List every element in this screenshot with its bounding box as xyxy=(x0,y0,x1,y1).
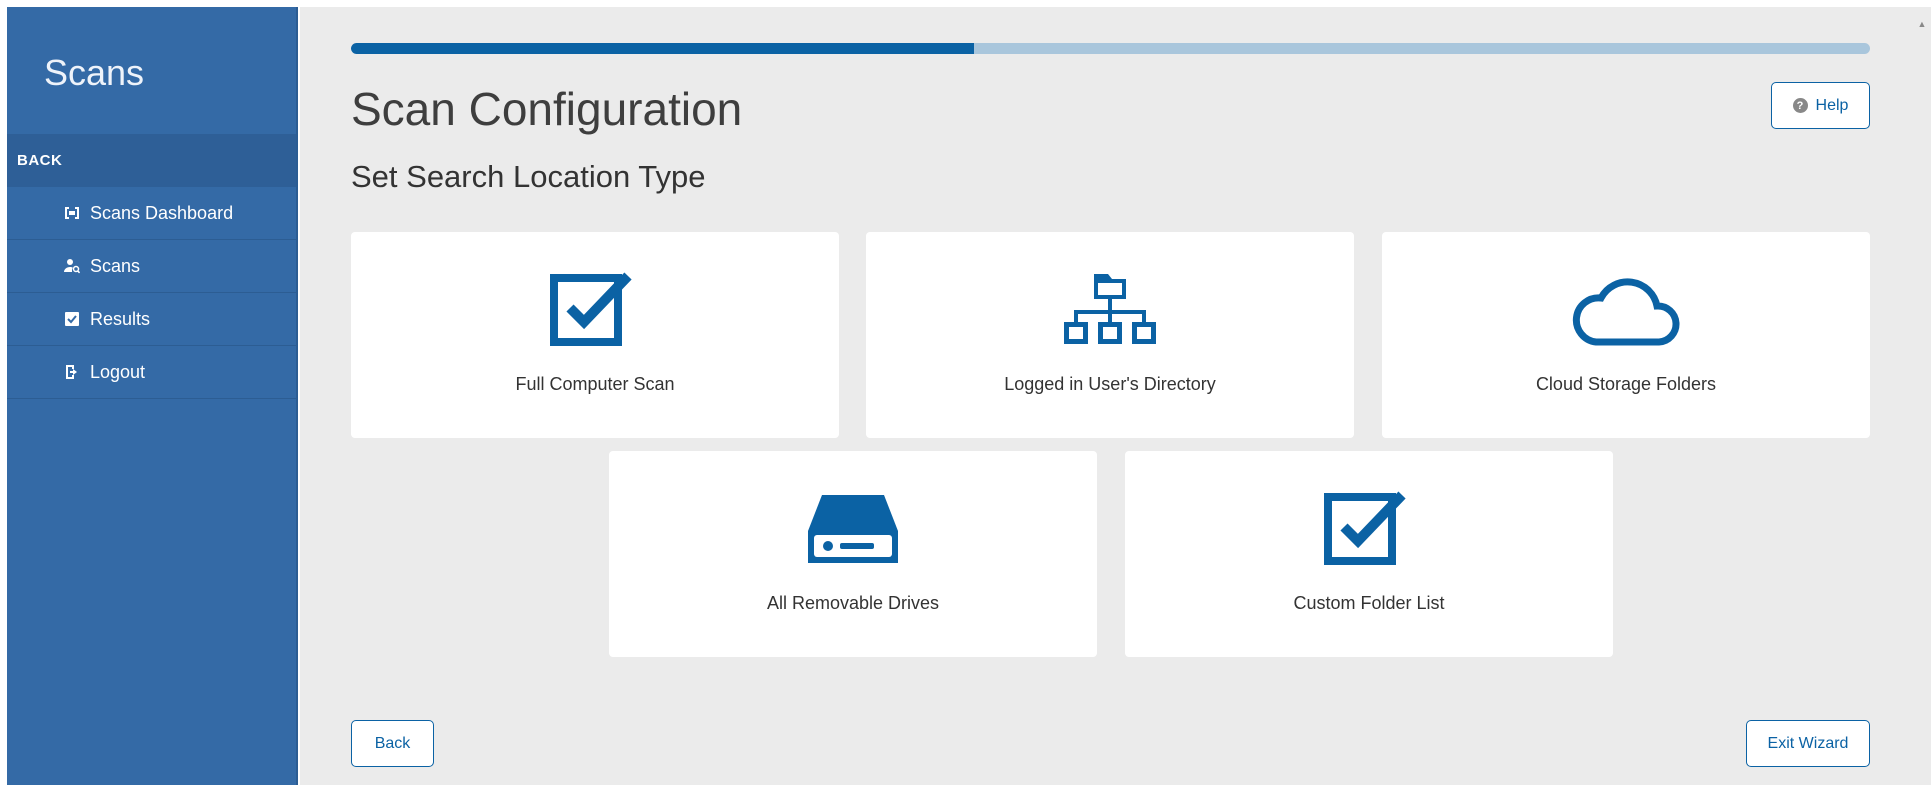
sidebar-item-scans[interactable]: Scans xyxy=(7,240,296,293)
user-search-icon xyxy=(62,256,82,276)
sidebar-title: Scans xyxy=(44,52,145,93)
option-custom-folder-list[interactable]: Custom Folder List xyxy=(1125,451,1613,657)
option-logged-in-users-directory[interactable]: Logged in User's Directory xyxy=(866,232,1354,438)
sidebar: Scans BACK Scans Dashboard Scans Results… xyxy=(7,7,298,785)
exit-wizard-button[interactable]: Exit Wizard xyxy=(1746,720,1870,767)
sidebar-item-label: Logout xyxy=(90,361,146,382)
card-label: Logged in User's Directory xyxy=(1004,374,1216,394)
dashboard-icon xyxy=(62,203,82,223)
progress-fill xyxy=(351,43,974,54)
back-button[interactable]: Back xyxy=(351,720,434,767)
folder-tree-icon xyxy=(1062,270,1158,350)
page-title: Scan Configuration xyxy=(351,83,743,135)
card-label: Full Computer Scan xyxy=(515,374,675,394)
section-subtitle: Set Search Location Type xyxy=(351,159,706,194)
option-cloud-storage-folders[interactable]: Cloud Storage Folders xyxy=(1382,232,1870,438)
checkbox-icon xyxy=(1324,489,1414,569)
card-label: Cloud Storage Folders xyxy=(1535,374,1717,394)
checkbox-icon xyxy=(62,309,82,329)
sidebar-item-scans-dashboard[interactable]: Scans Dashboard xyxy=(7,187,296,240)
card-label: Custom Folder List xyxy=(1293,593,1445,613)
logout-icon xyxy=(62,362,82,382)
checkbox-icon xyxy=(550,270,640,350)
sidebar-item-label: Scans Dashboard xyxy=(90,202,234,223)
sidebar-item-logout[interactable]: Logout xyxy=(7,346,296,399)
help-icon: ? xyxy=(1792,98,1808,113)
sidebar-back-link[interactable]: BACK xyxy=(7,134,296,187)
cloud-icon xyxy=(1571,270,1681,350)
sidebar-item-label: Results xyxy=(90,308,151,329)
option-all-removable-drives[interactable]: All Removable Drives xyxy=(609,451,1097,657)
card-label: All Removable Drives xyxy=(766,593,940,613)
drive-icon xyxy=(806,489,900,569)
app-window: Scans BACK Scans Dashboard Scans Results… xyxy=(0,0,1931,785)
help-button[interactable]: ? Help xyxy=(1771,82,1870,129)
main-content: Scan Configuration Set Search Location T… xyxy=(300,7,1931,785)
sidebar-item-label: Scans xyxy=(90,255,141,276)
wizard-progress-bar xyxy=(351,43,1870,54)
sidebar-item-results[interactable]: Results xyxy=(7,293,296,346)
help-label: Help xyxy=(1815,96,1849,114)
scrollbar-up-arrow[interactable]: ▲ xyxy=(1917,19,1927,29)
option-full-computer-scan[interactable]: Full Computer Scan xyxy=(351,232,839,438)
